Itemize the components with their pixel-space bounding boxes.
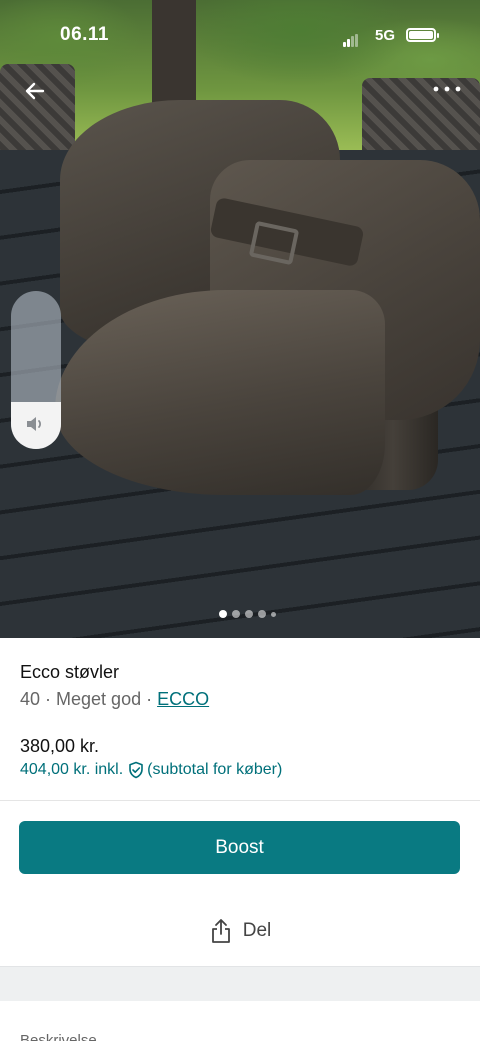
item-title: Ecco støvler [20,662,120,682]
pagination-dot [245,610,253,618]
pagination-dot [232,610,240,618]
item-price: 380,00 kr. [20,736,100,756]
pagination-dot [219,610,227,618]
boost-button[interactable]: Boost [19,821,460,874]
status-bar: 06.11 5G [0,0,480,70]
pagination-dot [258,610,266,618]
volume-slider[interactable] [11,291,61,449]
price-incl-value: 404,00 kr. inkl. [20,761,124,778]
share-label: Del [242,920,272,941]
listing-photo[interactable]: 06.11 5G [0,0,480,638]
item-meta: 40 · Meget god · ECCO [20,689,210,709]
more-horizontal-icon[interactable] [430,82,464,102]
share-button[interactable]: Del [0,916,480,946]
description-label: Beskrivelse [20,1032,97,1041]
brand-link[interactable]: ECCO [157,689,209,709]
status-time: 06.11 [60,24,109,45]
shield-check-icon [127,761,145,779]
price-incl-note: (subtotal for køber) [147,761,283,778]
network-type: 5G [375,27,396,44]
price-incl-protection[interactable]: 404,00 kr. inkl. (subtotal for køber) [20,761,282,779]
battery-icon [406,28,439,42]
speaker-icon [25,415,47,433]
signal-icon [343,29,359,47]
arrow-left-icon[interactable] [22,78,48,104]
boost-button-label: Boost [215,836,264,858]
item-size: 40 [20,689,41,709]
item-condition: Meget god [56,689,142,709]
divider [0,800,480,801]
gallery-pagination [219,609,276,619]
pagination-dot [271,611,276,617]
section-separator [0,966,480,1001]
share-icon [211,919,230,943]
